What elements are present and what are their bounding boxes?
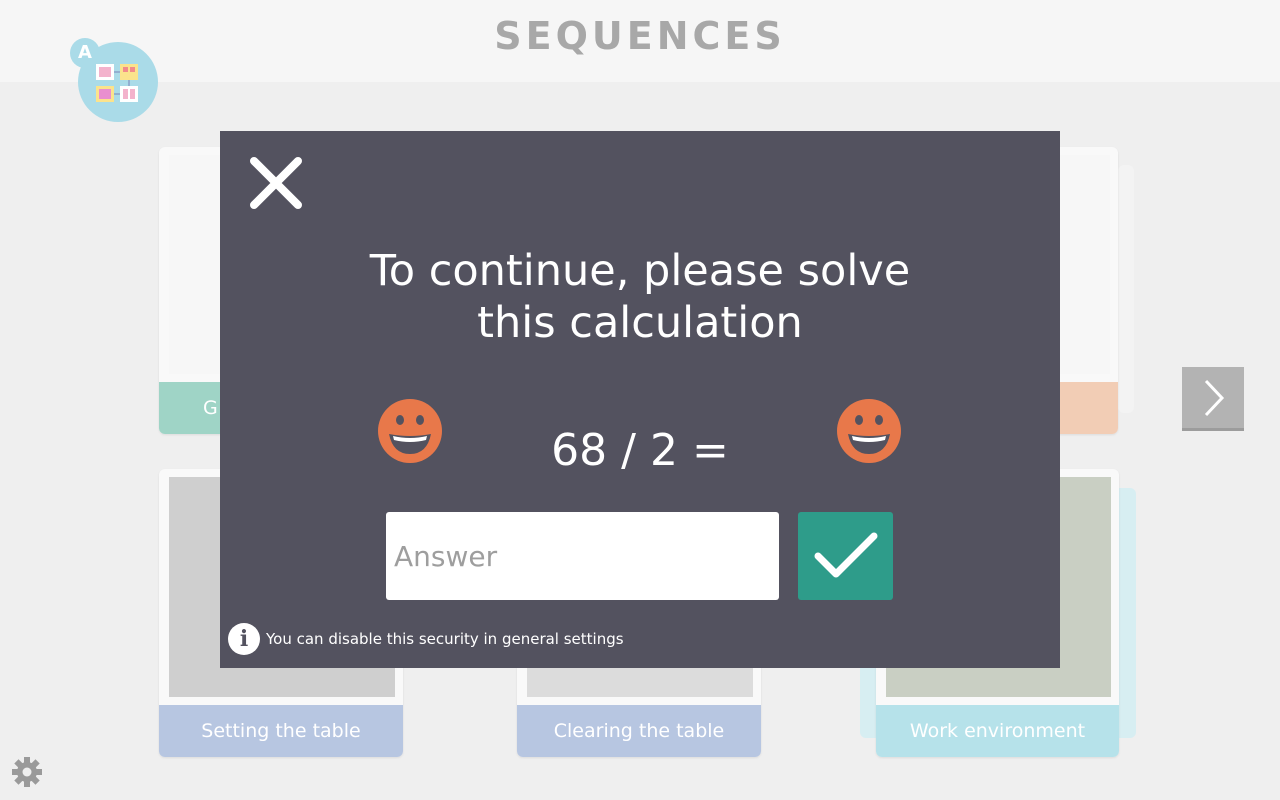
dialog-title-line-2: this calculation xyxy=(477,298,803,348)
calculation-equation: 68 / 2 = xyxy=(551,425,729,476)
smiley-icon xyxy=(377,398,443,464)
close-icon xyxy=(250,157,302,209)
security-dialog: To continue, please solve this calculati… xyxy=(220,131,1060,668)
dialog-title: To continue, please solve this calculati… xyxy=(220,245,1060,349)
info-icon: i xyxy=(228,623,260,655)
smiley-icon xyxy=(836,398,902,464)
info-text: You can disable this security in general… xyxy=(266,630,624,648)
confirm-button[interactable] xyxy=(798,512,893,600)
checkmark-icon xyxy=(814,532,878,578)
answer-input[interactable] xyxy=(386,512,779,600)
info-notice: i You can disable this security in gener… xyxy=(228,623,624,655)
dialog-title-line-1: To continue, please solve xyxy=(369,246,911,296)
close-button[interactable] xyxy=(246,153,306,213)
